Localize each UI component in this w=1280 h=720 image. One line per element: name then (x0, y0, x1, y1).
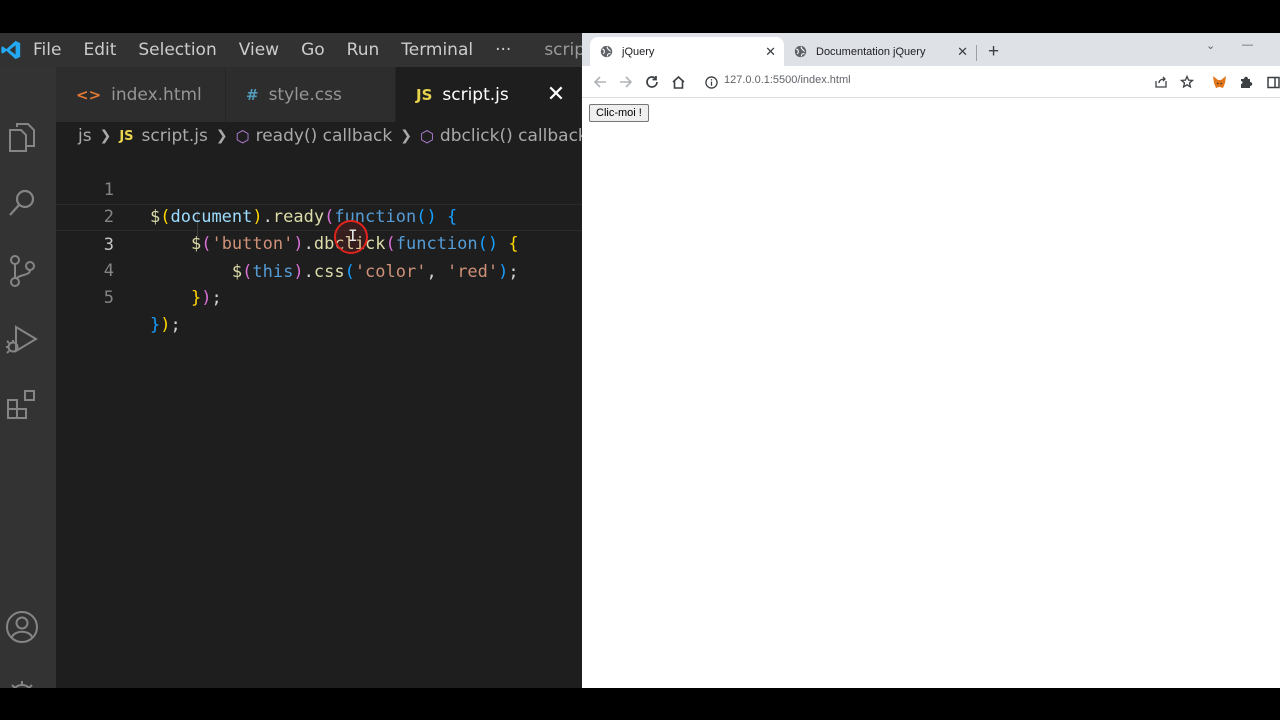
menu-run[interactable]: Run (336, 40, 391, 60)
metamask-fox-icon[interactable] (1210, 73, 1228, 91)
address-bar[interactable]: 127.0.0.1:5500/index.html (724, 74, 851, 86)
vscode-logo-icon (0, 33, 22, 67)
search-icon[interactable] (4, 185, 40, 221)
chevron-right-icon: ❯ (215, 128, 228, 144)
browser-tab-documentation[interactable]: Documentation jQuery ✕ (784, 37, 976, 66)
code-line: 2 $('button').dbclick(function() { (56, 177, 582, 254)
chevron-right-icon: ❯ (99, 128, 112, 144)
symbol-method-icon: ⬡ (419, 126, 434, 146)
breadcrumb-symbol-ready[interactable]: ready() callback (256, 126, 393, 146)
hash-icon: # (246, 85, 259, 104)
code-line: 5 }); (56, 258, 582, 335)
account-icon[interactable] (4, 609, 40, 645)
close-tab-icon[interactable]: ✕ (765, 44, 776, 60)
close-tab-icon[interactable]: ✕ (957, 44, 968, 60)
menu-more[interactable]: ··· (484, 40, 522, 60)
clic-moi-button[interactable]: Clic-moi ! (589, 104, 649, 122)
code-editor[interactable]: 1 $(document).ready(function() { 2 $('bu… (56, 150, 582, 688)
breadcrumb-file[interactable]: script.js (142, 126, 208, 146)
menu-go[interactable]: Go (290, 40, 336, 60)
browser-tab-jquery[interactable]: jQuery ✕ (590, 37, 784, 66)
tab-style-css[interactable]: # style.css (226, 67, 396, 122)
symbol-method-icon: ⬡ (235, 126, 250, 146)
tab-search-chevron-icon[interactable]: ⌄ (1206, 39, 1215, 52)
line-number: 5 (103, 288, 114, 308)
extensions-icon[interactable] (4, 387, 40, 423)
forward-arrow-icon[interactable] (617, 73, 635, 91)
browser-tab-title: Documentation jQuery (816, 45, 926, 58)
tab-divider (976, 45, 977, 61)
web-page: Clic-moi ! (582, 99, 1280, 688)
extensions-puzzle-icon[interactable] (1237, 73, 1255, 91)
menu-view[interactable]: View (228, 40, 290, 60)
minimize-icon[interactable]: — (1242, 39, 1253, 51)
bookmark-star-icon[interactable] (1178, 73, 1196, 91)
home-icon[interactable] (669, 73, 687, 91)
run-debug-icon[interactable] (4, 321, 40, 357)
reload-icon[interactable] (643, 73, 661, 91)
breadcrumb: js ❯ JS script.js ❯ ⬡ ready() callback ❯… (56, 122, 582, 150)
vscode-window: File Edit Selection View Go Run Terminal… (0, 33, 582, 688)
js-icon: JS (119, 128, 134, 144)
activity-bar (0, 67, 56, 688)
new-tab-plus-icon[interactable]: + (988, 42, 999, 62)
html-icon: <> (76, 85, 102, 104)
settings-gear-icon[interactable] (4, 677, 40, 688)
browser-toolbar: 127.0.0.1:5500/index.html (582, 66, 1280, 98)
code-line-current: 3 $(this).css('color', 'red'); (56, 204, 582, 282)
side-panel-icon[interactable] (1264, 73, 1280, 91)
browser-tab-strip: jQuery ✕ Documentation jQuery ✕ + ⌄ — (582, 33, 1280, 66)
browser-window: jQuery ✕ Documentation jQuery ✕ + ⌄ — 12… (582, 33, 1280, 688)
breadcrumb-symbol-dbclick[interactable]: dbclick() callback (440, 126, 582, 146)
browser-tab-title: jQuery (622, 45, 655, 58)
text-cursor-icon: I (348, 226, 358, 245)
code-text: }); (150, 315, 181, 335)
source-control-icon[interactable] (4, 253, 40, 289)
menu-terminal[interactable]: Terminal (390, 40, 484, 60)
menu-bar: File Edit Selection View Go Run Terminal… (0, 33, 582, 67)
close-icon[interactable]: ✕ (547, 82, 565, 107)
breadcrumb-folder[interactable]: js (78, 126, 92, 146)
window-title: scrip (544, 40, 582, 60)
tab-label: script.js (442, 84, 509, 105)
code-line: 1 $(document).ready(function() { (56, 150, 582, 227)
tab-index-html[interactable]: <> index.html (56, 67, 226, 122)
site-info-icon[interactable] (702, 73, 720, 91)
share-icon[interactable] (1152, 73, 1170, 91)
back-arrow-icon[interactable] (591, 73, 609, 91)
code-text: }); (190, 288, 222, 308)
menu-file[interactable]: File (22, 40, 72, 60)
chevron-right-icon: ❯ (400, 128, 412, 144)
menu-edit[interactable]: Edit (72, 40, 127, 60)
globe-icon (794, 45, 807, 58)
letterbox-top (0, 0, 1280, 33)
tab-script-js[interactable]: JS script.js ✕ (396, 67, 582, 122)
code-line: 4 }); (56, 231, 582, 308)
tab-label: index.html (111, 84, 202, 105)
js-icon: JS (416, 85, 433, 104)
tab-label: style.css (268, 84, 342, 105)
globe-icon (600, 45, 613, 58)
letterbox-bottom (0, 688, 1280, 720)
editor-tabs: <> index.html # style.css JS script.js ✕ (56, 67, 582, 122)
explorer-icon[interactable] (4, 119, 40, 155)
menu-selection[interactable]: Selection (127, 40, 227, 60)
